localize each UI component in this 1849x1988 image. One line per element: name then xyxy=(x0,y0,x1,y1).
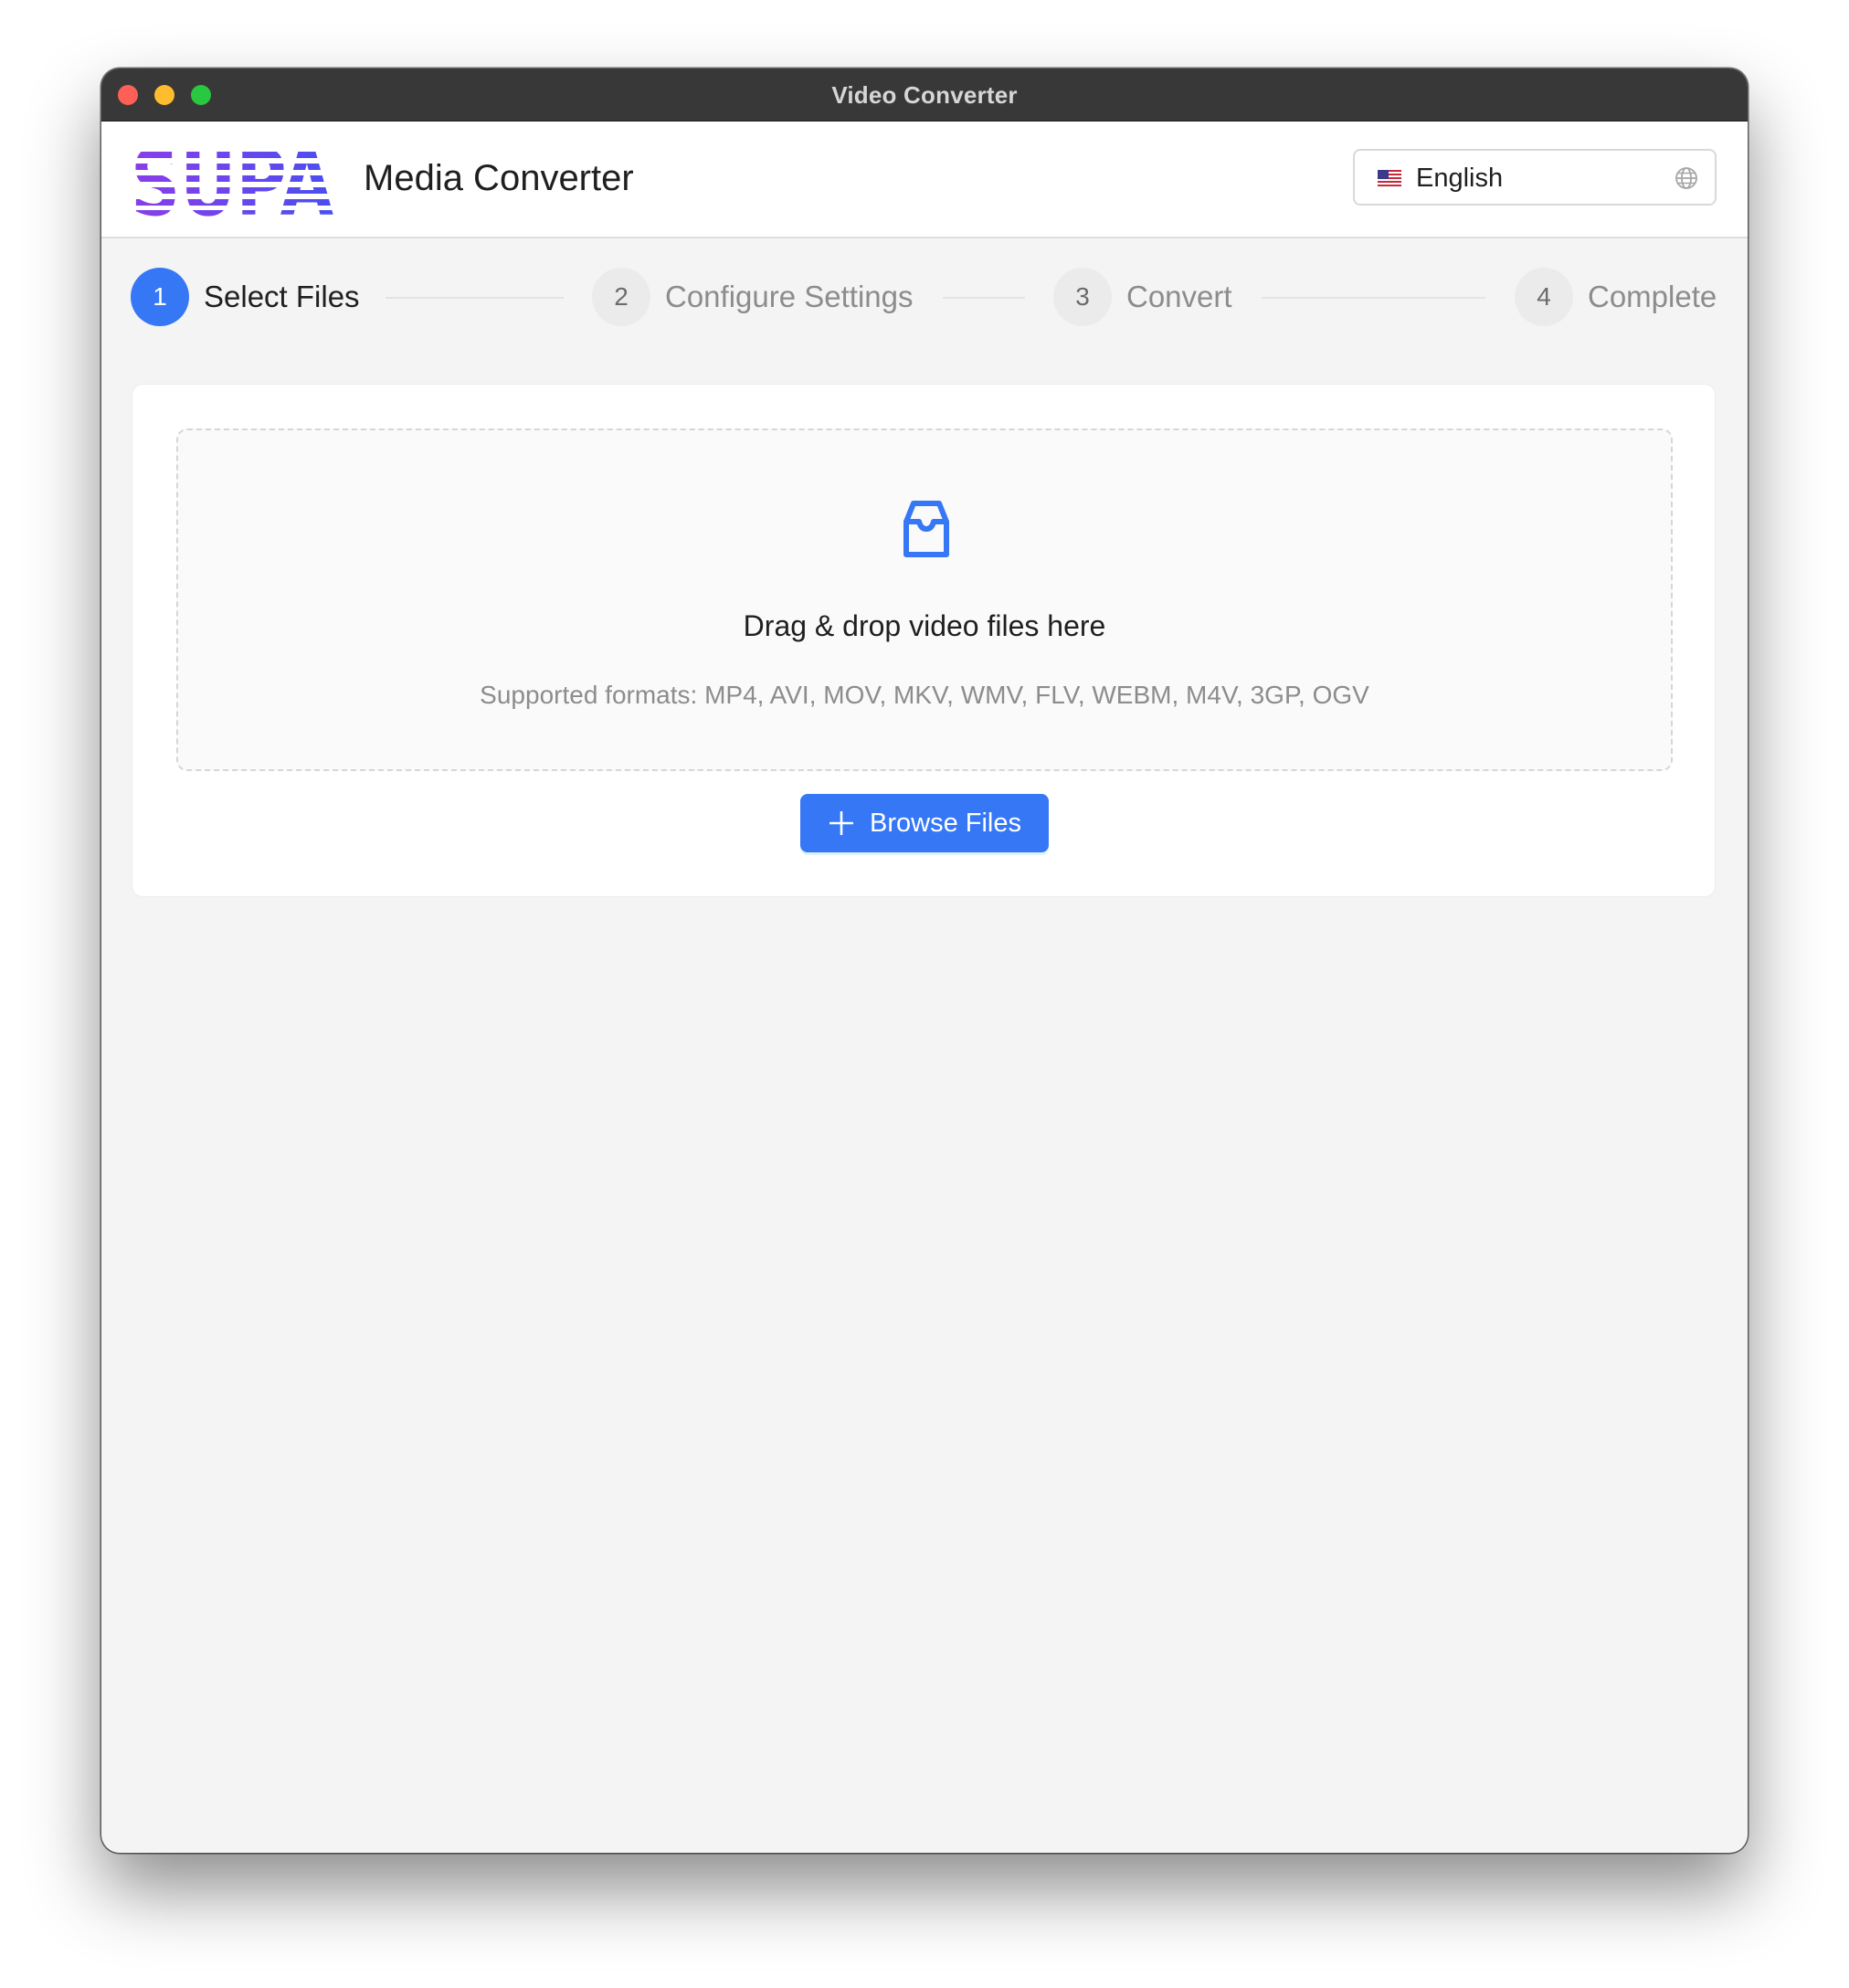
step-connector xyxy=(386,297,564,299)
app-name: Media Converter xyxy=(364,158,634,198)
browse-files-button[interactable]: Browse Files xyxy=(800,794,1049,852)
upload-card: Drag & drop video files here Supported f… xyxy=(132,384,1716,897)
app-window: Video Converter SUPA Media Converter Eng… xyxy=(101,69,1748,1853)
us-flag-icon xyxy=(1378,170,1401,186)
step-1-label: Select Files xyxy=(204,280,360,313)
step-3-number: 3 xyxy=(1053,268,1112,326)
stepper: 1 Select Files 2 Configure Settings 3 Co… xyxy=(101,265,1748,329)
step-connector xyxy=(1262,297,1485,299)
step-4-number: 4 xyxy=(1515,268,1573,326)
step-2-label: Configure Settings xyxy=(665,280,914,313)
logo-text: SUPA xyxy=(131,140,333,217)
dropzone-title: Drag & drop video files here xyxy=(743,609,1106,642)
step-3-label: Convert xyxy=(1126,280,1232,313)
inbox-icon xyxy=(903,501,949,557)
step-1-number: 1 xyxy=(131,268,189,326)
step-2-number: 2 xyxy=(592,268,650,326)
step-connector xyxy=(943,297,1025,299)
plus-icon xyxy=(829,811,853,835)
title-bar[interactable]: Video Converter xyxy=(101,69,1748,122)
globe-icon xyxy=(1675,167,1697,189)
browse-files-label: Browse Files xyxy=(870,809,1021,838)
supa-logo: SUPA xyxy=(131,140,333,217)
dropzone[interactable]: Drag & drop video files here Supported f… xyxy=(176,428,1673,771)
step-4-label: Complete xyxy=(1588,280,1717,313)
language-select[interactable]: English xyxy=(1353,149,1717,206)
window-title: Video Converter xyxy=(831,81,1018,109)
supported-formats-hint: Supported formats: MP4, AVI, MOV, MKV, W… xyxy=(480,681,1369,709)
app-header: SUPA Media Converter English xyxy=(101,122,1748,238)
language-label: English xyxy=(1416,164,1504,193)
